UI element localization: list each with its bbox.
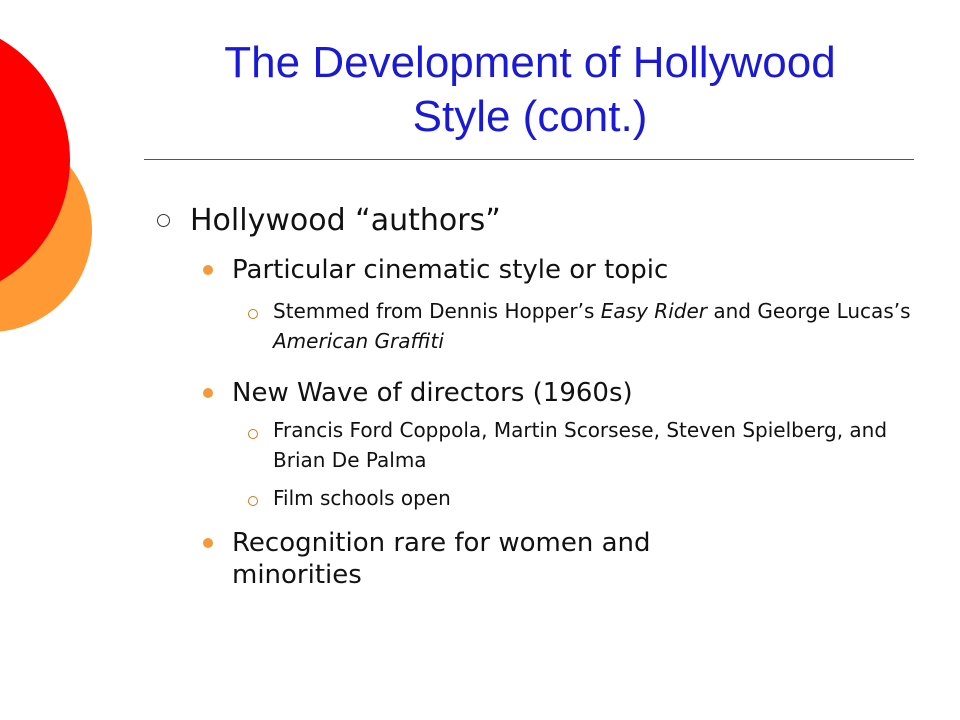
small-ring-bullet-icon bbox=[248, 309, 258, 319]
orange-dot-bullet-icon bbox=[203, 538, 213, 548]
bullet-stemmed-from: Stemmed from Dennis Hopper’s Easy Rider … bbox=[273, 296, 913, 356]
orange-dot-bullet-icon bbox=[203, 388, 213, 398]
film-easy-rider: Easy Rider bbox=[600, 299, 707, 323]
bullet-hollywood-authors: Hollywood “authors” bbox=[190, 203, 501, 238]
stemmed-prefix: Stemmed from Dennis Hopper’s bbox=[273, 299, 601, 323]
recognition-line-2: minorities bbox=[232, 560, 362, 590]
orange-dot-bullet-icon bbox=[203, 265, 213, 275]
recognition-line-1: Recognition rare for women and bbox=[232, 528, 651, 558]
slide-body: Hollywood “authors” Particular cinematic… bbox=[0, 0, 960, 720]
stemmed-middle: and George Lucas’s bbox=[706, 299, 911, 323]
bullet-directors-list: Francis Ford Coppola, Martin Scorsese, S… bbox=[273, 418, 888, 472]
hollow-circle-bullet-icon bbox=[157, 214, 170, 227]
small-ring-bullet-icon bbox=[248, 429, 258, 439]
bullet-particular-style: Particular cinematic style or topic bbox=[232, 255, 669, 285]
bullet-film-schools: Film schools open bbox=[273, 486, 451, 510]
film-american-graffiti: American Graffiti bbox=[273, 329, 444, 353]
small-ring-bullet-icon bbox=[248, 496, 258, 506]
bullet-recognition: Recognition rare for women and minoritie… bbox=[232, 527, 651, 591]
bullet-new-wave: New Wave of directors (1960s) bbox=[232, 378, 633, 408]
